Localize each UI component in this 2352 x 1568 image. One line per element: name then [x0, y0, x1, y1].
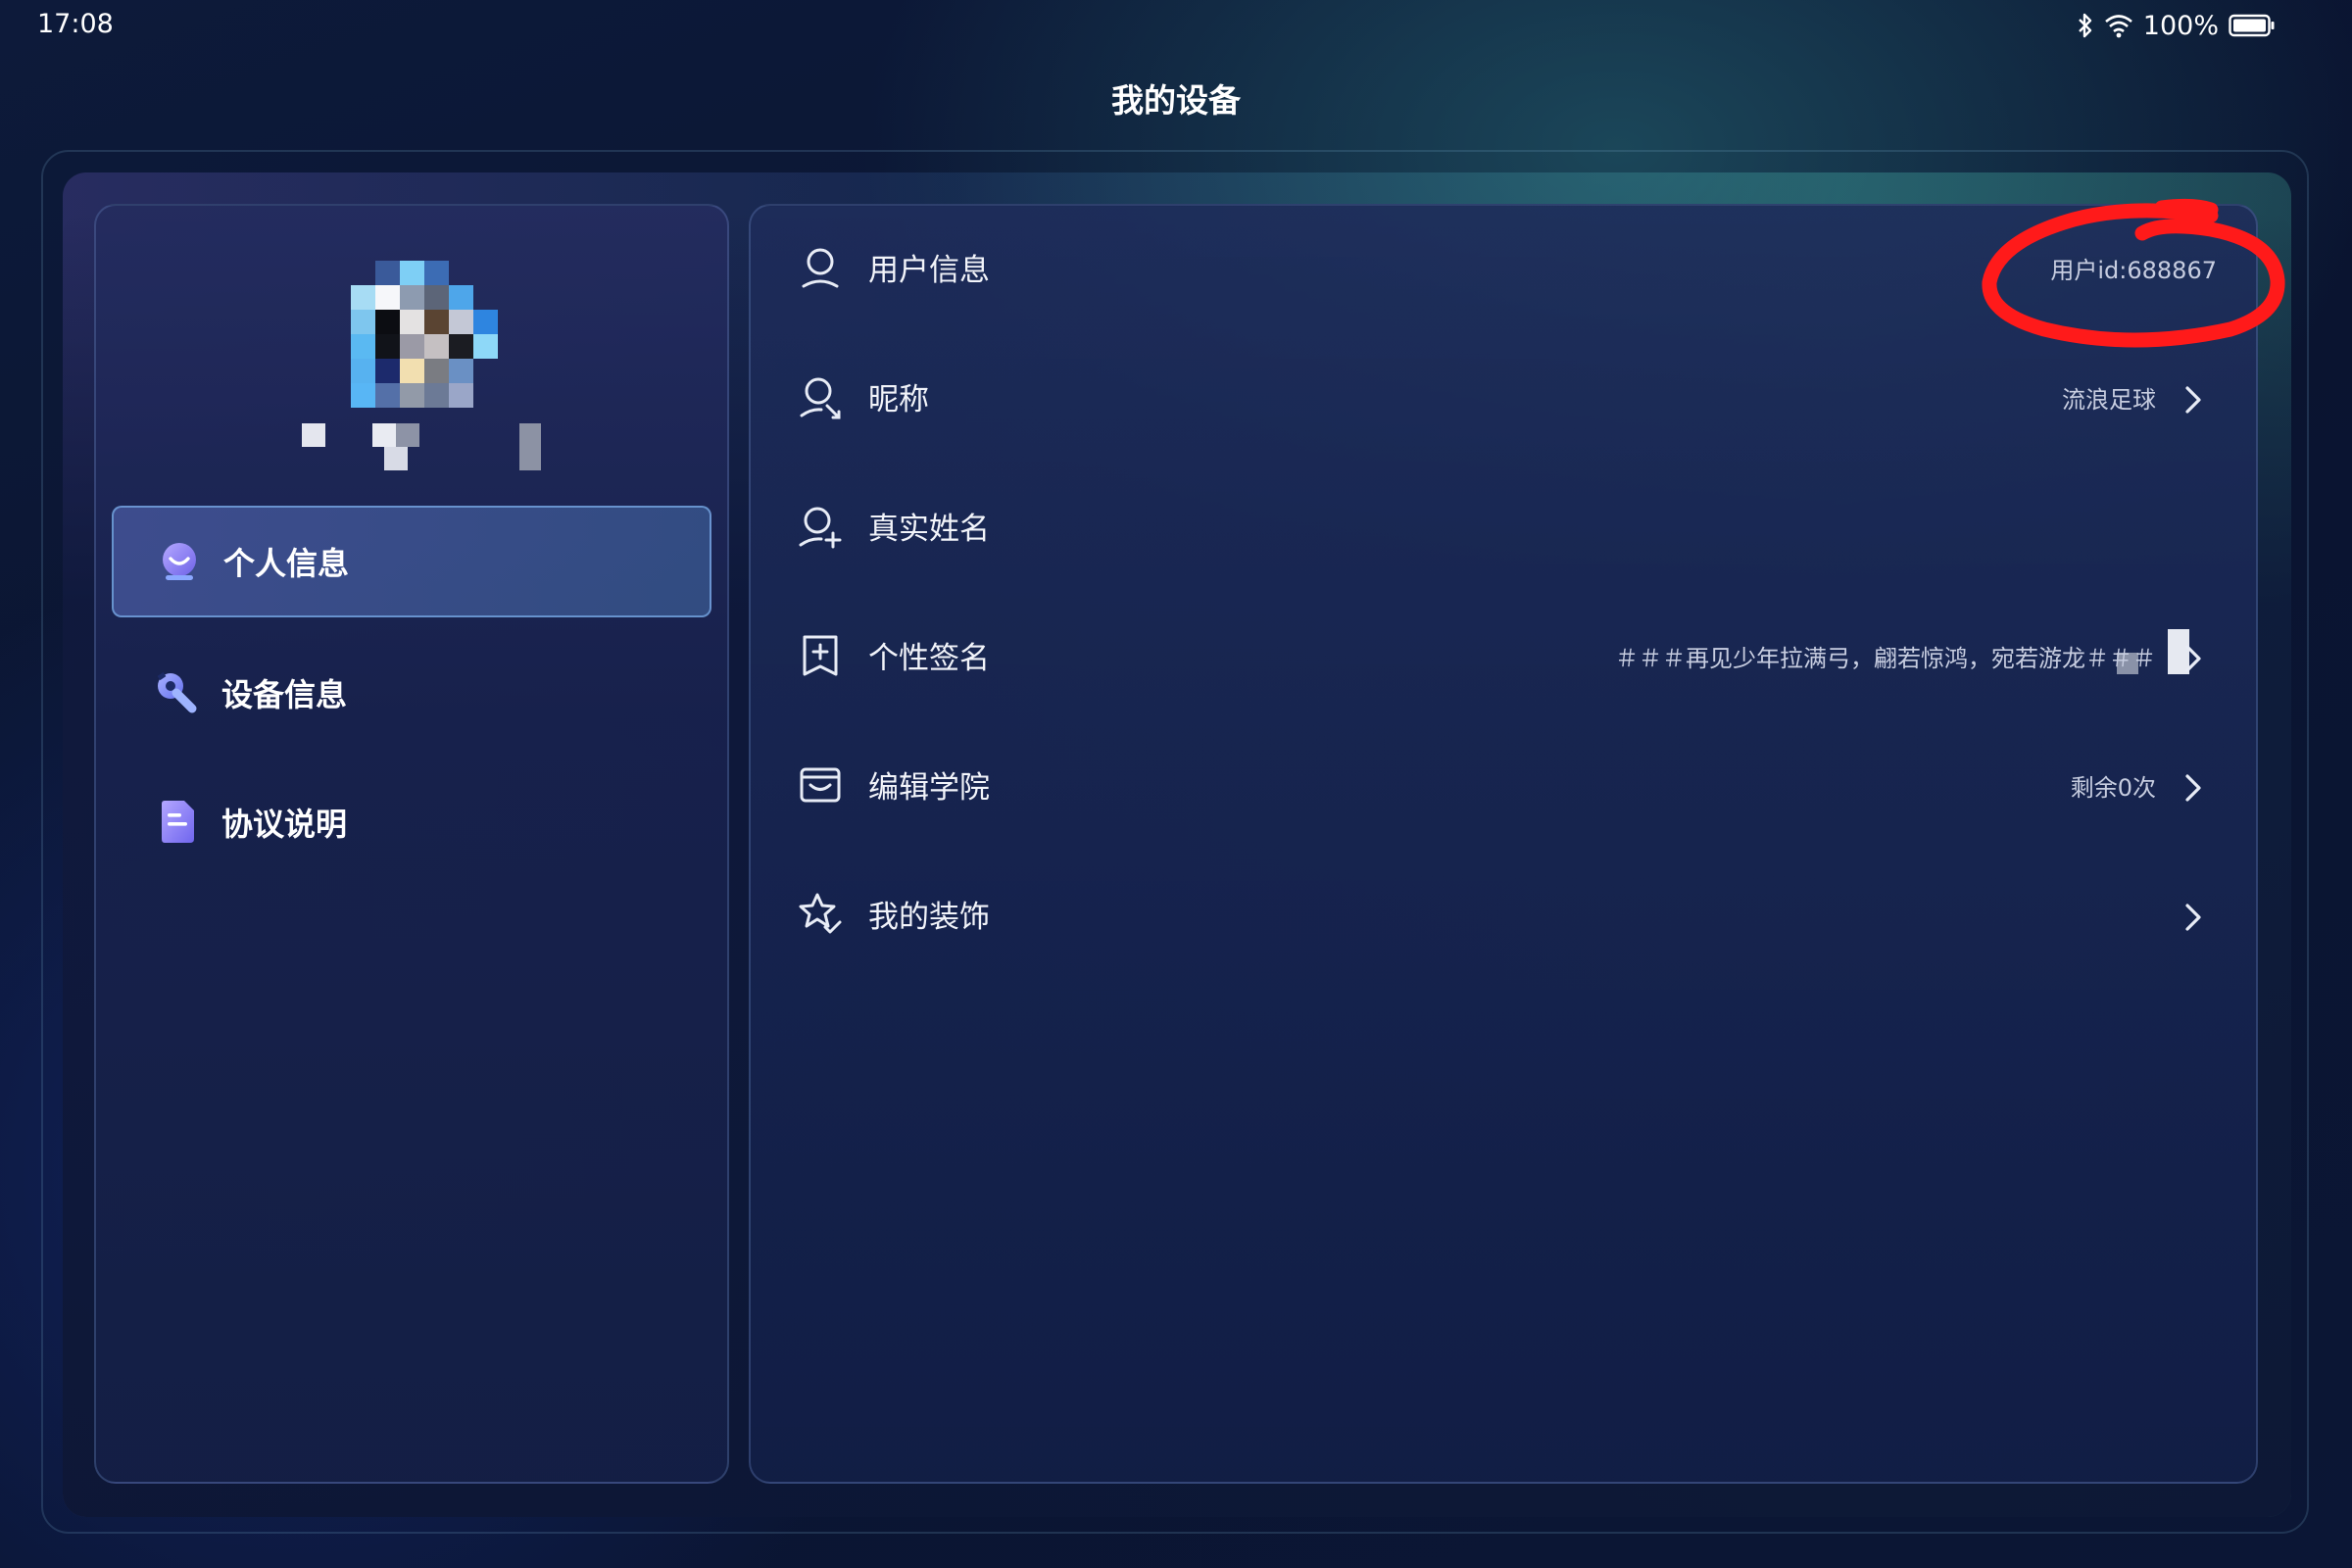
sidebar-item-label: 协议说明	[221, 806, 348, 843]
wifi-icon	[2104, 13, 2133, 38]
status-time: 17:08	[37, 9, 114, 39]
row-signature[interactable]: 个性签名 ＃＃＃再见少年拉满弓，翩若惊鸿，宛若游龙＃＃＃	[751, 594, 2260, 723]
chevron-right-icon	[2185, 386, 2201, 414]
row-academy[interactable]: 编辑学院 剩余0次	[751, 723, 2260, 853]
battery-icon	[2229, 13, 2276, 38]
page-title: 我的设备	[1111, 81, 1241, 120]
battery-percent: 100%	[2142, 10, 2219, 41]
avatar[interactable]	[351, 261, 498, 408]
row-label: 编辑学院	[868, 770, 990, 806]
status-icons: 100%	[2077, 9, 2276, 42]
sidebar-item-agreement[interactable]: 协议说明	[112, 766, 711, 878]
nickname-value: 流浪足球	[2062, 386, 2156, 414]
academy-remaining-value: 剩余0次	[2070, 774, 2156, 802]
signature-value: ＃＃＃再见少年拉满弓，翩若惊鸿，宛若游龙＃＃＃	[1615, 645, 2156, 672]
signature-icon	[798, 633, 843, 678]
row-label: 真实姓名	[868, 512, 990, 547]
user-edit-icon	[798, 374, 843, 419]
status-bar: 17:08 100%	[0, 0, 2352, 51]
row-label: 个性签名	[868, 641, 990, 676]
sidebar-item-label: 个人信息	[223, 545, 350, 582]
user-add-icon	[798, 504, 843, 549]
profile-icon	[157, 539, 202, 584]
sidebar-item-label: 设备信息	[221, 676, 348, 713]
username-obscured	[302, 423, 547, 472]
row-label: 昵称	[868, 382, 929, 417]
row-real-name[interactable]: 真实姓名	[751, 465, 2260, 674]
row-label: 我的装饰	[868, 900, 990, 935]
row-user-info: 用户信息 用户id:688867	[751, 198, 2285, 348]
user-icon	[798, 245, 843, 290]
decoration-icon	[798, 892, 843, 937]
row-decoration[interactable]: 我的装饰	[751, 853, 2260, 982]
wrench-icon	[155, 670, 200, 715]
sidebar: 个人信息 设备信息 协议说明	[94, 204, 729, 1484]
sidebar-item-device-info[interactable]: 设备信息	[112, 637, 711, 749]
sidebar-item-personal-info[interactable]: 个人信息	[112, 506, 711, 617]
profile-settings-list: 用户信息 用户id:688867 昵称 流浪足球 真实姓名 个性签名 ＃＃＃再见…	[749, 198, 2285, 1484]
user-id-value: 用户id:688867	[2050, 257, 2217, 284]
chevron-right-icon	[2185, 774, 2201, 802]
row-nickname[interactable]: 昵称 流浪足球	[751, 335, 2260, 465]
document-icon	[155, 800, 200, 845]
chevron-right-icon	[2185, 645, 2201, 672]
bluetooth-icon	[2077, 12, 2094, 39]
chevron-right-icon	[2185, 904, 2201, 931]
academy-icon	[798, 762, 843, 808]
row-label: 用户信息	[868, 253, 990, 288]
